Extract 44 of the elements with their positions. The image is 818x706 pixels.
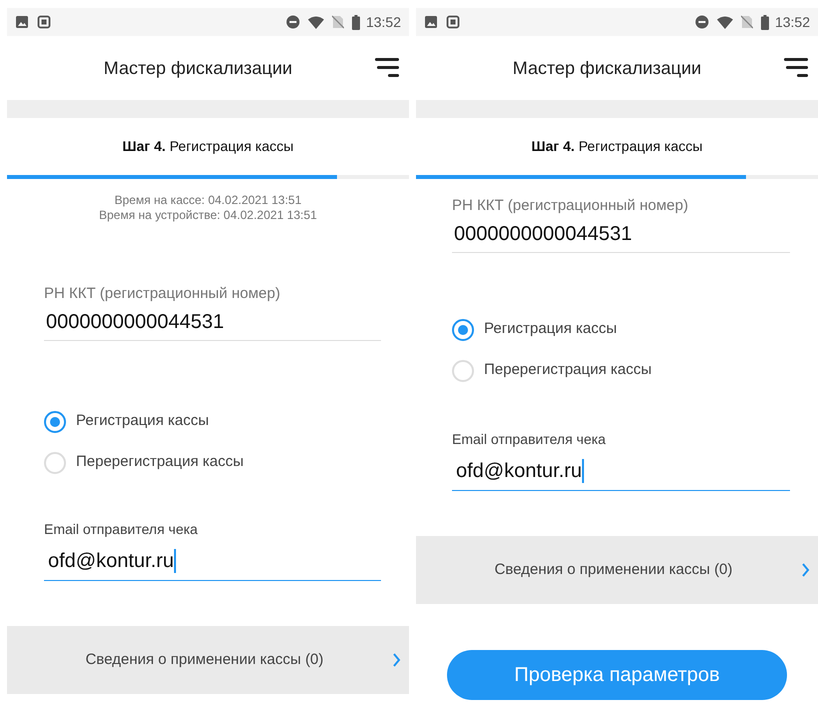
wifi-icon bbox=[716, 16, 733, 28]
radio-label: Регистрация кассы bbox=[76, 411, 209, 432]
status-time: 13:52 bbox=[366, 12, 401, 32]
field-label: Email отправителя чека bbox=[452, 431, 607, 448]
chevron-right-icon bbox=[801, 563, 810, 577]
image-icon bbox=[15, 15, 29, 29]
field-label: Email отправителя чека bbox=[44, 521, 199, 538]
chevron-right-icon bbox=[392, 653, 401, 667]
radio-label: Регистрация кассы bbox=[484, 319, 617, 340]
do-not-disturb-icon bbox=[286, 15, 300, 29]
input-field[interactable]: 0000000000044531 bbox=[44, 309, 381, 341]
no-sim-icon bbox=[740, 15, 753, 29]
wifi-icon bbox=[308, 16, 324, 28]
field-label: РН ККТ (регистрационный номер) bbox=[44, 285, 282, 303]
input-field[interactable]: 0000000000044531 bbox=[452, 221, 790, 253]
email-field[interactable]: ofd@kontur.ru bbox=[44, 548, 381, 581]
radio-option[interactable]: Перерегистрация кассы bbox=[452, 350, 818, 391]
time-text: Время на кассе: 04.02.2021 13:51 bbox=[114, 193, 302, 208]
status-time: 13:52 bbox=[774, 12, 810, 32]
radio-option[interactable]: Перерегистрация кассы bbox=[44, 442, 409, 483]
email-field[interactable]: ofd@kontur.ru bbox=[452, 458, 790, 491]
screen-title: Мастер фискализации bbox=[512, 56, 702, 80]
do-not-disturb-icon bbox=[694, 15, 709, 29]
battery-icon bbox=[760, 14, 769, 30]
no-sim-icon bbox=[332, 15, 344, 29]
radio-label: Перерегистрация кассы bbox=[76, 452, 244, 472]
radio-option[interactable]: Регистрация кассы bbox=[44, 401, 409, 442]
field-label: РН ККТ (регистрационный номер) bbox=[452, 197, 690, 215]
battery-icon bbox=[352, 14, 360, 30]
radio-label: Перерегистрация кассы bbox=[484, 360, 652, 380]
menu-icon[interactable] bbox=[375, 57, 399, 79]
image-icon bbox=[424, 15, 438, 29]
radio-option[interactable]: Регистрация кассы bbox=[452, 309, 818, 350]
time-text: Время на устройстве: 04.02.2021 13:51 bbox=[99, 208, 317, 223]
square-icon bbox=[446, 15, 460, 29]
radio-icon[interactable] bbox=[452, 318, 474, 340]
info-row[interactable]: Сведения о применении кассы (0) bbox=[7, 626, 409, 694]
step-title: Шаг 4. Регистрация кассы bbox=[531, 137, 703, 156]
square-icon bbox=[37, 15, 51, 29]
screen-title: Мастер фискализации bbox=[102, 56, 294, 80]
info-row[interactable]: Сведения о применении кассы (0) bbox=[416, 536, 818, 604]
menu-icon[interactable] bbox=[784, 57, 808, 79]
step-title: Шаг 4. Регистрация кассы bbox=[122, 137, 294, 156]
radio-icon[interactable] bbox=[44, 410, 66, 432]
